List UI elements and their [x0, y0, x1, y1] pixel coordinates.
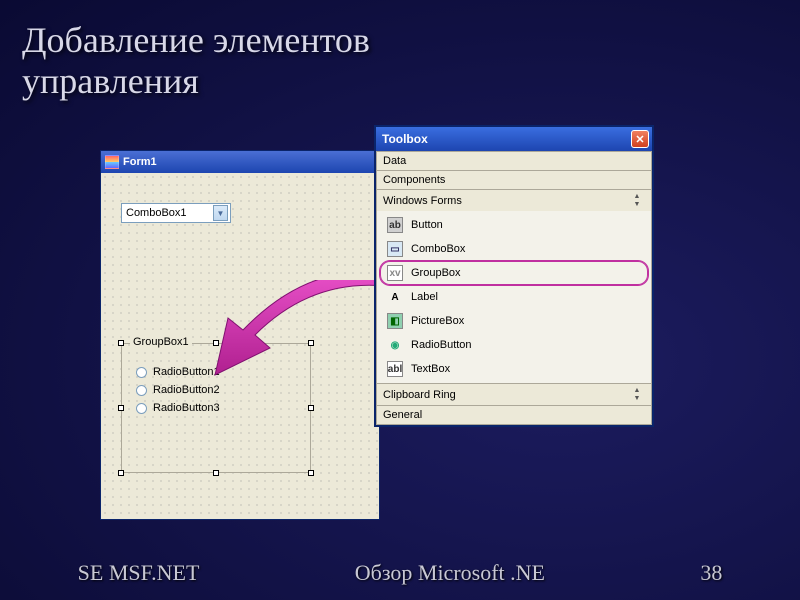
- toolbox-item-groupbox[interactable]: xv GroupBox: [380, 261, 648, 285]
- radio-icon: [136, 385, 147, 396]
- toolbox-item-radiobutton[interactable]: ◉ RadioButton: [380, 333, 648, 357]
- combobox-dropdown-icon[interactable]: ▼: [213, 205, 228, 221]
- radiobutton-control[interactable]: RadioButton2: [136, 384, 310, 396]
- form-title: Form1: [123, 156, 157, 168]
- close-icon[interactable]: ✕: [631, 130, 649, 148]
- radio-icon: [136, 367, 147, 378]
- button-icon: ab: [387, 217, 403, 233]
- radiobutton-control[interactable]: RadioButton1: [136, 366, 310, 378]
- scroll-icon[interactable]: ▲▼: [629, 387, 645, 402]
- form-designer-window: Form1 ComboBox1 ▼ GroupBox1 RadioButton1…: [100, 150, 380, 520]
- toolbox-item-textbox[interactable]: abl TextBox: [380, 357, 648, 381]
- groupbox-label: GroupBox1: [130, 336, 192, 348]
- toolbox-titlebar[interactable]: Toolbox ✕: [376, 127, 652, 151]
- toolbox-item-combobox[interactable]: ▭ ComboBox: [380, 237, 648, 261]
- textbox-icon: abl: [387, 361, 403, 377]
- toolbox-section-components[interactable]: Components: [376, 170, 652, 189]
- toolbox-title: Toolbox: [382, 132, 428, 146]
- combobox-icon: ▭: [387, 241, 403, 257]
- label-icon: A: [387, 289, 403, 305]
- toolbox-item-label[interactable]: A Label: [380, 285, 648, 309]
- section-label: Windows Forms: [383, 195, 462, 207]
- toolbox-items-list: ab Button ▭ ComboBox xv GroupBox A Label ◧ Pictur…: [376, 211, 652, 383]
- combobox-value: ComboBox1: [126, 207, 187, 219]
- slide-title-line2: управления: [22, 61, 370, 102]
- radio-label: RadioButton2: [153, 384, 220, 396]
- combobox-control[interactable]: ComboBox1 ▼: [121, 203, 231, 223]
- toolbox-window: Toolbox ✕ Data Components Windows Forms …: [374, 125, 654, 427]
- resize-handle[interactable]: [308, 470, 314, 476]
- form-icon: [105, 155, 119, 169]
- toolbox-item-button[interactable]: ab Button: [380, 213, 648, 237]
- resize-handle[interactable]: [213, 470, 219, 476]
- toolbox-item-label: RadioButton: [411, 339, 472, 351]
- resize-handle[interactable]: [118, 470, 124, 476]
- toolbox-section-general[interactable]: General: [376, 405, 652, 425]
- toolbox-section-windows-forms[interactable]: Windows Forms ▲▼: [376, 189, 652, 211]
- radiobutton-icon: ◉: [387, 337, 403, 353]
- groupbox-control[interactable]: GroupBox1 RadioButton1 RadioButton2 Radi…: [121, 343, 311, 473]
- section-label: Clipboard Ring: [383, 389, 456, 401]
- footer-right: 38: [700, 560, 722, 586]
- toolbox-item-label: Button: [411, 219, 443, 231]
- slide-title-line1: Добавление элементов: [22, 20, 370, 61]
- resize-handle[interactable]: [308, 405, 314, 411]
- toolbox-item-label: PictureBox: [411, 315, 464, 327]
- toolbox-item-picturebox[interactable]: ◧ PictureBox: [380, 309, 648, 333]
- groupbox-icon: xv: [387, 265, 403, 281]
- footer-center: Обзор Microsoft .NE: [355, 560, 545, 586]
- resize-handle[interactable]: [118, 405, 124, 411]
- toolbox-section-clipboard-ring[interactable]: Clipboard Ring ▲▼: [376, 383, 652, 405]
- footer-left: SE MSF.NET: [78, 560, 200, 586]
- picturebox-icon: ◧: [387, 313, 403, 329]
- form-design-surface[interactable]: ComboBox1 ▼ GroupBox1 RadioButton1 Radio…: [101, 173, 379, 519]
- slide-title: Добавление элементов управления: [22, 20, 370, 103]
- radio-label: RadioButton3: [153, 402, 220, 414]
- toolbox-item-label: Label: [411, 291, 438, 303]
- radio-label: RadioButton1: [153, 366, 220, 378]
- resize-handle[interactable]: [118, 340, 124, 346]
- resize-handle[interactable]: [213, 340, 219, 346]
- toolbox-item-label: TextBox: [411, 363, 450, 375]
- resize-handle[interactable]: [308, 340, 314, 346]
- slide-footer: SE MSF.NET Обзор Microsoft .NE 38: [0, 560, 800, 586]
- scroll-icon[interactable]: ▲▼: [629, 193, 645, 208]
- radiobutton-control[interactable]: RadioButton3: [136, 402, 310, 414]
- toolbox-section-data[interactable]: Data: [376, 151, 652, 170]
- form-titlebar[interactable]: Form1: [101, 151, 379, 173]
- stage: Form1 ComboBox1 ▼ GroupBox1 RadioButton1…: [100, 150, 655, 530]
- toolbox-item-label: GroupBox: [411, 267, 461, 279]
- toolbox-item-label: ComboBox: [411, 243, 465, 255]
- radio-icon: [136, 403, 147, 414]
